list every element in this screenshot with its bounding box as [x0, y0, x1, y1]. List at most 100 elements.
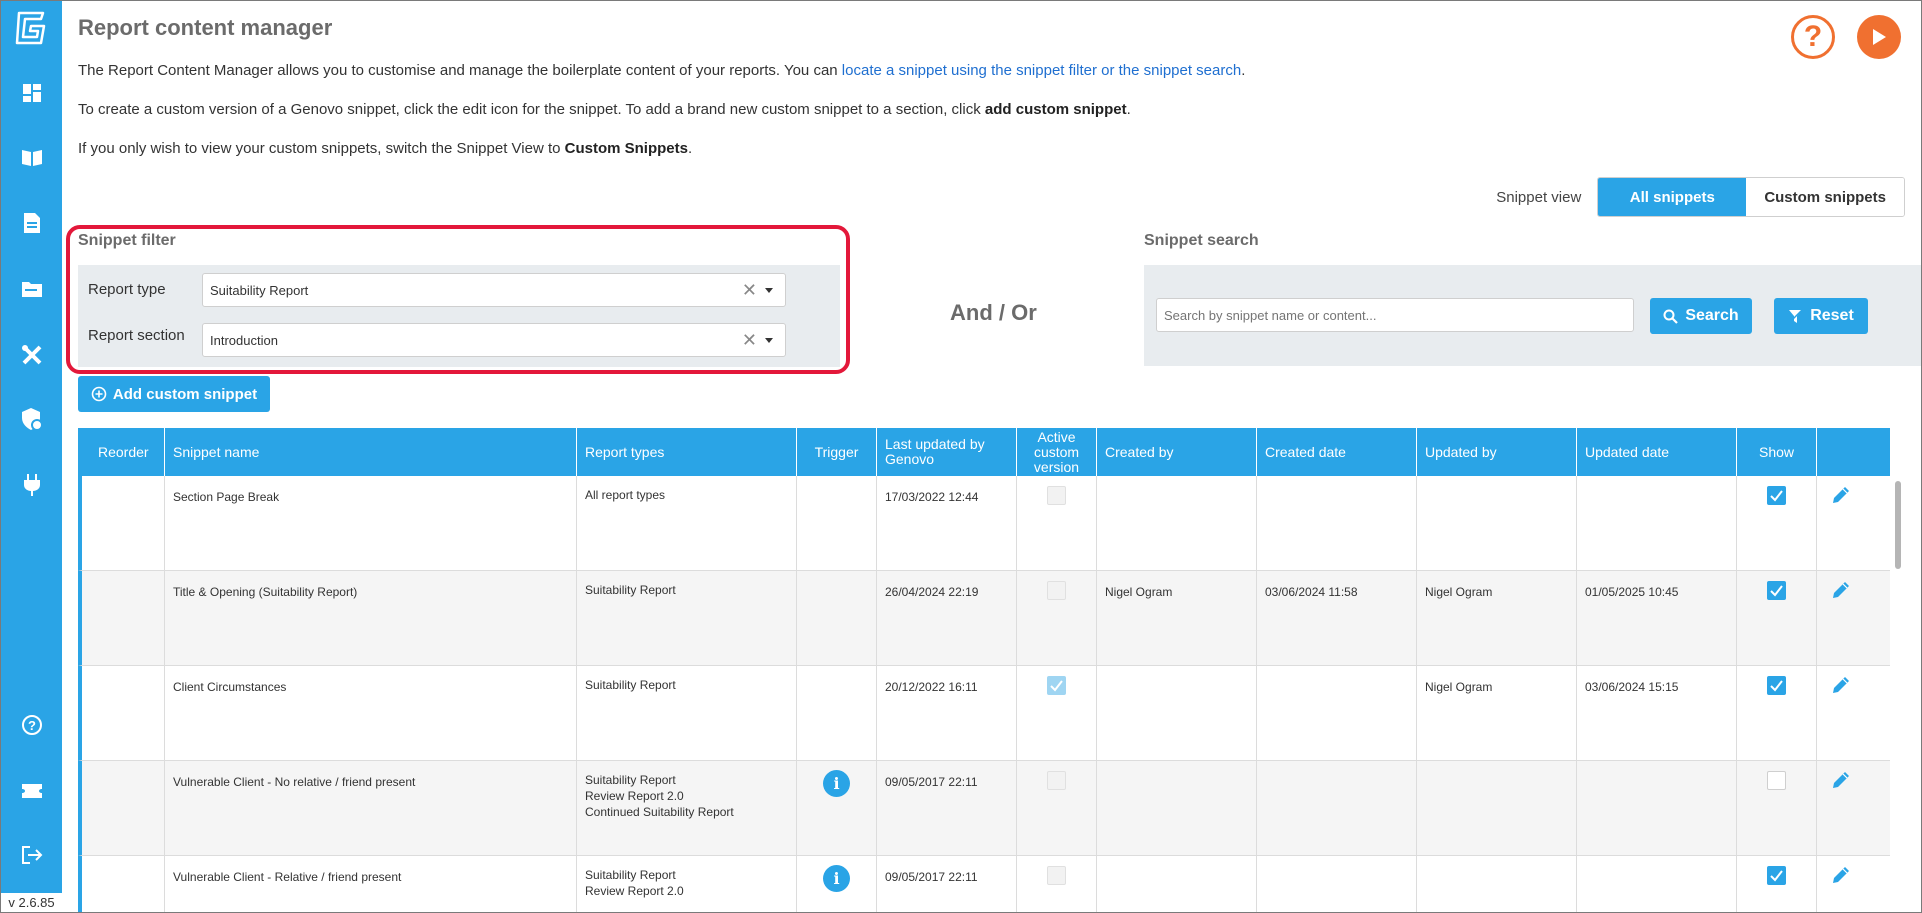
logout-icon[interactable]: [20, 843, 44, 867]
intro-text: If you only wish to view your custom sni…: [78, 140, 565, 157]
filter-off-icon: [1788, 308, 1803, 324]
show-checkbox[interactable]: [1767, 771, 1786, 790]
table-row[interactable]: Vulnerable Client - Relative / friend pr…: [78, 856, 1890, 912]
table-row[interactable]: Vulnerable Client - No relative / friend…: [78, 761, 1890, 856]
col-updated-by[interactable]: Updated by: [1416, 428, 1576, 476]
shield-settings-icon[interactable]: [20, 407, 44, 431]
page-title: Report content manager: [78, 15, 333, 40]
cell-updated-date: 01/05/2025 10:45: [1576, 571, 1736, 666]
cell-updated-by-text: Nigel Ogram: [1425, 585, 1493, 599]
cell-updated-date-text: 01/05/2025 10:45: [1585, 585, 1679, 599]
snippet-search-panel: Search Reset: [1144, 265, 1921, 366]
app-version: v 2.6.85: [1, 893, 62, 912]
ticket-icon[interactable]: [20, 779, 44, 803]
report-section-select[interactable]: Introduction ✕: [202, 323, 786, 357]
search-icon: [1663, 309, 1679, 324]
edit-icon[interactable]: [1830, 769, 1852, 791]
intro-text: .: [687, 140, 693, 157]
show-checkbox[interactable]: [1767, 866, 1786, 885]
active-version-checkbox: [1047, 866, 1066, 885]
col-reorder[interactable]: Reorder: [78, 428, 164, 476]
cell-show: [1736, 856, 1816, 912]
cell-updated-date: 03/06/2024 15:15: [1576, 666, 1736, 761]
cell-types: Suitability Report: [576, 571, 796, 666]
intro-line-2: To create a custom version of a Genovo s…: [78, 101, 1131, 118]
snippet-view-segment: All snippets Custom snippets: [1597, 177, 1905, 217]
info-icon[interactable]: i: [823, 770, 850, 797]
clear-icon[interactable]: ✕: [742, 330, 757, 350]
cell-types: All report types: [576, 476, 796, 571]
edit-icon[interactable]: [1830, 579, 1852, 601]
search-input[interactable]: [1156, 298, 1634, 332]
cell-name: Client Circumstances: [164, 666, 576, 761]
add-custom-snippet-button[interactable]: Add custom snippet: [78, 376, 270, 412]
play-icon[interactable]: [1857, 15, 1901, 59]
col-created-date[interactable]: Created date: [1256, 428, 1416, 476]
edit-icon[interactable]: [1830, 484, 1852, 506]
locate-snippet-link[interactable]: locate a snippet using the snippet filte…: [842, 62, 1241, 79]
report-type-text: Suitability Report: [585, 868, 676, 882]
help-icon[interactable]: ?: [20, 713, 44, 737]
cell-name-text: Vulnerable Client - Relative / friend pr…: [173, 870, 402, 884]
show-checkbox[interactable]: [1767, 486, 1786, 505]
edit-icon[interactable]: [1830, 864, 1852, 886]
cell-name-text: Section Page Break: [173, 490, 280, 504]
chevron-down-icon[interactable]: [765, 288, 773, 293]
sidebar: ? v 2.6.85: [1, 1, 62, 912]
report-type-text: Review Report 2.0: [585, 789, 684, 803]
snippet-search-title: Snippet search: [1144, 232, 1259, 249]
cell-types: Suitability Report: [576, 666, 796, 761]
all-snippets-button[interactable]: All snippets: [1598, 178, 1747, 216]
header-actions: ?: [1791, 15, 1901, 59]
cell-last-updated: 26/04/2024 22:19: [876, 571, 1016, 666]
col-trigger[interactable]: Trigger: [796, 428, 876, 476]
col-last-updated[interactable]: Last updated by Genovo: [876, 428, 1016, 476]
col-snippet-name[interactable]: Snippet name: [164, 428, 576, 476]
document-icon[interactable]: [20, 211, 44, 235]
plus-circle-icon: [91, 386, 107, 402]
cell-last-updated: 09/05/2017 22:11: [876, 761, 1016, 856]
folder-icon[interactable]: [20, 277, 44, 301]
cell-trigger: [796, 666, 876, 761]
table-row[interactable]: Title & Opening (Suitability Report) Suit…: [78, 571, 1890, 666]
show-checkbox[interactable]: [1767, 676, 1786, 695]
custom-snippets-button[interactable]: Custom snippets: [1746, 178, 1904, 216]
help-circle-icon[interactable]: ?: [1791, 15, 1835, 59]
plug-icon[interactable]: [20, 473, 44, 497]
tools-icon[interactable]: [20, 343, 44, 367]
cell-active: [1016, 476, 1096, 571]
search-button[interactable]: Search: [1650, 298, 1752, 334]
table-row[interactable]: Client Circumstances Suitability Report 20…: [78, 666, 1890, 761]
snippet-view-label: Snippet view: [1496, 188, 1582, 206]
col-show[interactable]: Show: [1736, 428, 1816, 476]
col-created-by[interactable]: Created by: [1096, 428, 1256, 476]
chevron-down-icon[interactable]: [765, 338, 773, 343]
cell-updated-by: [1416, 761, 1576, 856]
book-icon[interactable]: [20, 145, 44, 169]
col-report-types[interactable]: Report types: [576, 428, 796, 476]
scrollbar-thumb[interactable]: [1895, 481, 1901, 569]
info-icon[interactable]: i: [823, 865, 850, 892]
edit-icon[interactable]: [1830, 674, 1852, 696]
logo-icon[interactable]: [15, 11, 47, 45]
clear-icon[interactable]: ✕: [742, 280, 757, 300]
show-checkbox[interactable]: [1767, 581, 1786, 600]
col-active-line3: version: [1033, 458, 1080, 475]
cell-name-text: Vulnerable Client - No relative / friend…: [173, 775, 416, 789]
report-section-label: Report section: [88, 327, 185, 344]
cell-created-by: [1096, 761, 1256, 856]
report-type-select[interactable]: Suitability Report ✕: [202, 273, 786, 307]
table-row[interactable]: Section Page Break All report types 17/03/…: [78, 476, 1890, 571]
report-section-value: Introduction: [210, 332, 278, 348]
active-version-checkbox: [1047, 581, 1066, 600]
report-type-text: Continued Suitability Report: [585, 805, 734, 819]
table-header: Reorder Snippet name Report types Trigge…: [78, 428, 1890, 476]
col-active-custom-version[interactable]: Active custom version: [1016, 428, 1096, 476]
col-updated-date[interactable]: Updated date: [1576, 428, 1736, 476]
dashboard-icon[interactable]: [20, 81, 44, 105]
main-content: Report content manager ? The Report Cont…: [62, 1, 1921, 912]
intro-text: .: [1241, 62, 1246, 79]
reset-button[interactable]: Reset: [1774, 298, 1868, 334]
cell-last-updated-text: 20/12/2022 16:11: [885, 680, 978, 694]
cell-created-date: [1256, 666, 1416, 761]
